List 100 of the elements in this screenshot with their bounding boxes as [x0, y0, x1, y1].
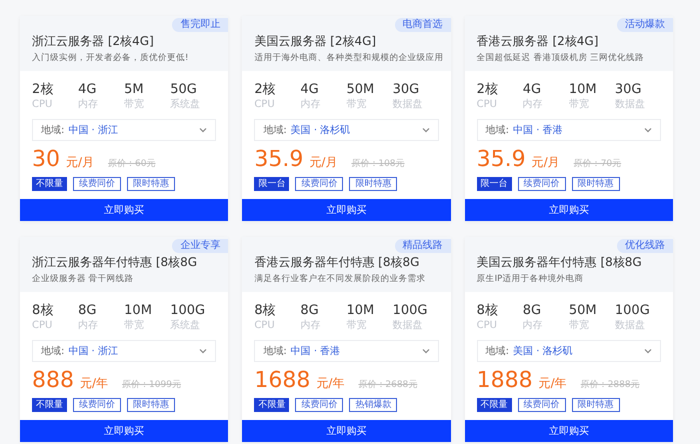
- spec-value: 8G: [78, 302, 98, 319]
- region-select[interactable]: 地域: 美国 · 洛杉矶: [254, 119, 439, 141]
- promo-badge: 优化线路: [616, 239, 673, 253]
- spec-label: CPU: [254, 319, 276, 332]
- region-label: 地域:: [41, 124, 64, 138]
- region-label: 地域:: [486, 124, 510, 138]
- spec-value: 10M: [124, 302, 153, 319]
- card-subtitle: 企业级服务器 骨干网线路: [32, 273, 135, 286]
- price-unit: 元/月: [309, 154, 338, 171]
- card-title: 美国云服务器年付特惠 [8核8G: [476, 254, 643, 270]
- price: 35.9: [476, 147, 526, 173]
- spec-label: CPU: [476, 319, 498, 332]
- spec-value: 8G: [522, 302, 542, 319]
- spec-label: CPU: [32, 319, 54, 332]
- price-unit: 元/年: [316, 375, 344, 392]
- buy-button[interactable]: 立即购买: [20, 420, 228, 442]
- spec-value: 5M: [124, 81, 145, 98]
- spec-label: 带宽: [346, 98, 368, 111]
- promo-badge: 企业专享: [172, 239, 228, 253]
- buy-button[interactable]: 立即购买: [464, 199, 673, 221]
- card-title: 香港云服务器 [2核4G]: [476, 33, 600, 49]
- original-price: 原价：2888元: [580, 379, 640, 392]
- buy-button[interactable]: 立即购买: [242, 199, 451, 221]
- region-select[interactable]: 地域: 中国 · 浙江: [32, 340, 216, 362]
- price-unit: 元/月: [66, 154, 94, 171]
- spec-label: 内存: [78, 98, 100, 111]
- price: 1888: [476, 368, 533, 394]
- price-unit: 元/月: [532, 154, 560, 171]
- spec-label: 系统盘: [170, 98, 202, 111]
- region-value: 中国 · 浙江: [68, 344, 119, 358]
- spec-label: 内存: [300, 98, 322, 111]
- spec-value: 8核: [254, 302, 277, 319]
- feature-tag: 续费同价: [73, 398, 121, 412]
- original-price: 原价：108元: [351, 158, 405, 171]
- spec-label: 内存: [522, 98, 544, 111]
- feature-tag: 续费同价: [518, 398, 566, 412]
- spec-label: 内存: [78, 319, 100, 332]
- price-unit: 元/年: [80, 375, 108, 392]
- spec-value: 4G: [300, 81, 320, 98]
- region-label: 地域:: [41, 344, 64, 358]
- spec-value: 50M: [568, 302, 598, 319]
- feature-tag: 限时特惠: [349, 177, 398, 191]
- spec-label: 数据盘: [392, 319, 424, 332]
- spec-value: 100G: [392, 302, 428, 319]
- spec-value: 50G: [170, 81, 198, 98]
- chevron-down-icon: [199, 127, 208, 133]
- region-label: 地域:: [263, 124, 287, 138]
- promo-badge: 活动爆款: [616, 18, 673, 32]
- spec-value: 8核: [476, 302, 499, 319]
- spec-value: 4G: [78, 81, 98, 98]
- spec-label: 数据盘: [614, 319, 646, 332]
- original-price: 原价：60元: [108, 158, 156, 171]
- region-select[interactable]: 地域: 中国 · 浙江: [32, 119, 216, 141]
- spec-value: 30G: [392, 81, 420, 98]
- price: 1688: [254, 368, 310, 394]
- region-label: 地域:: [263, 344, 287, 358]
- chevron-down-icon: [422, 348, 430, 354]
- promo-badge: 售完即止: [172, 18, 228, 32]
- spec-label: CPU: [476, 98, 498, 111]
- region-value: 中国 · 香港: [290, 344, 342, 358]
- region-select[interactable]: 地域: 美国 · 洛杉矶: [476, 340, 661, 362]
- card-subtitle: 全国超低延迟 香港顶级机房 三网优化线路: [476, 52, 646, 65]
- original-price: 原价：70元: [574, 158, 622, 171]
- spec-value: 2核: [32, 81, 54, 98]
- spec-label: 系统盘: [170, 319, 202, 332]
- spec-label: CPU: [32, 98, 54, 111]
- region-select[interactable]: 地域: 中国 · 香港: [254, 340, 439, 362]
- buy-button[interactable]: 立即购买: [20, 199, 228, 221]
- spec-label: 数据盘: [392, 98, 424, 111]
- buy-button[interactable]: 立即购买: [242, 420, 451, 442]
- feature-tag: 限一台: [476, 177, 512, 191]
- price: 30: [32, 147, 60, 173]
- feature-tag: 不限量: [32, 398, 67, 412]
- card-title: 美国云服务器 [2核4G]: [254, 33, 378, 49]
- original-price: 原价：2688元: [358, 379, 418, 392]
- feature-tag: 限时特惠: [572, 177, 620, 191]
- price-unit: 元/年: [538, 375, 567, 392]
- card-subtitle: 满足各行业客户在不同发展阶段的业务需求: [254, 273, 426, 286]
- region-select[interactable]: 地域: 中国 · 香港: [476, 119, 661, 141]
- card-title: 香港云服务器年付特惠 [8核8G: [254, 254, 420, 270]
- feature-tag: 续费同价: [295, 177, 344, 191]
- price: 35.9: [254, 147, 304, 173]
- buy-button[interactable]: 立即购买: [464, 420, 673, 442]
- spec-label: 内存: [300, 319, 322, 332]
- chevron-down-icon: [644, 127, 652, 133]
- price: 888: [32, 368, 74, 394]
- spec-value: 2核: [254, 81, 277, 98]
- feature-tag: 不限量: [32, 177, 67, 191]
- feature-tag: 限时特惠: [127, 177, 175, 191]
- spec-label: CPU: [254, 98, 276, 111]
- spec-label: 带宽: [568, 319, 590, 332]
- spec-value: 2核: [476, 81, 499, 98]
- spec-value: 8G: [300, 302, 320, 319]
- promo-badge: 电商首选: [394, 18, 451, 32]
- chevron-down-icon: [199, 348, 208, 354]
- spec-label: 数据盘: [614, 98, 646, 111]
- card-title: 浙江云服务器 [2核4G]: [32, 33, 155, 49]
- spec-value: 100G: [614, 302, 651, 319]
- feature-tag: 不限量: [254, 398, 290, 412]
- region-value: 中国 · 浙江: [68, 124, 119, 138]
